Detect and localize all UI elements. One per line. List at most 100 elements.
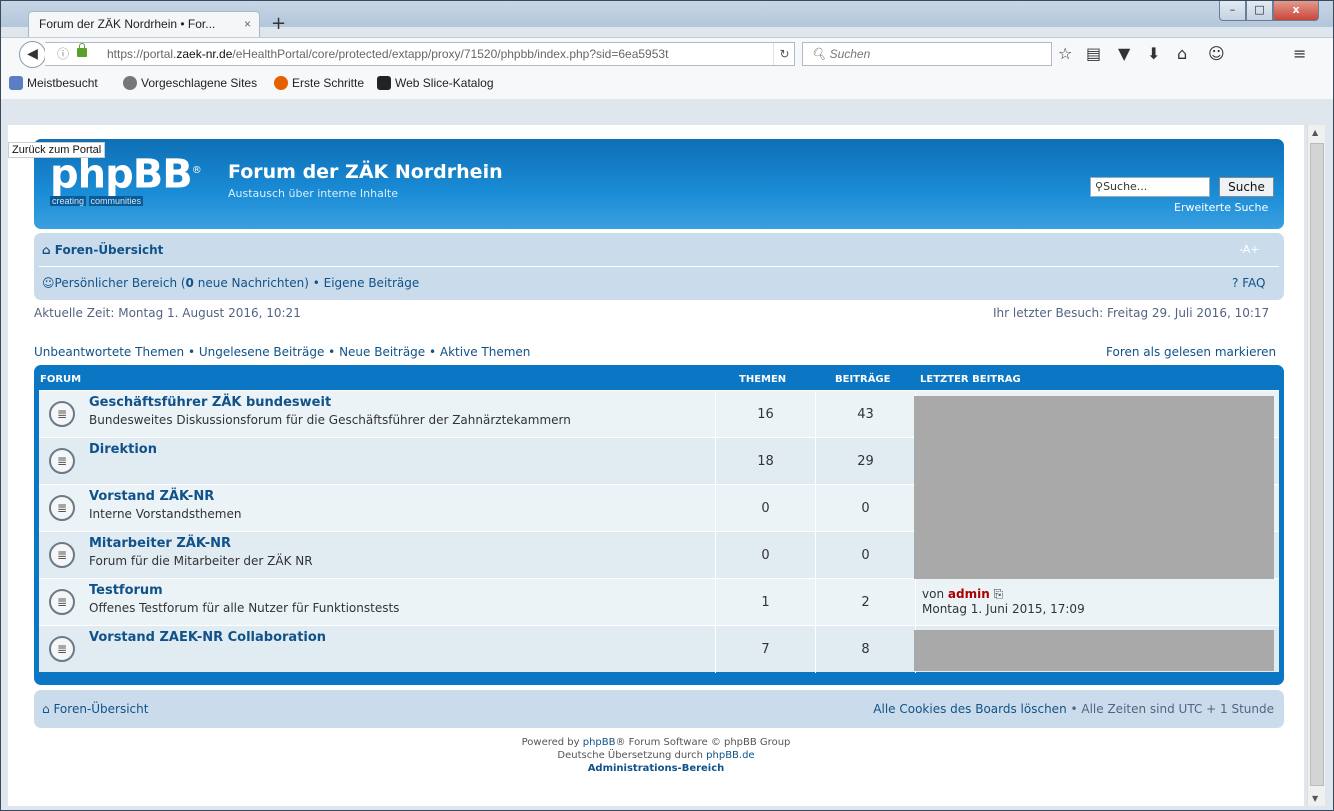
home-icon: ⌂ xyxy=(42,702,50,716)
forum-description: Interne Vorstandsthemen xyxy=(89,507,242,521)
active-topics-link[interactable]: Aktive Themen xyxy=(440,345,531,359)
own-posts-link[interactable]: Eigene Beiträge xyxy=(324,276,420,290)
tab-title: Forum der ZÄK Nordrhein • For... xyxy=(39,17,216,31)
topics-count: 0 xyxy=(715,532,815,579)
back-to-portal-link[interactable]: Zurück zum Portal xyxy=(8,142,106,158)
phpbb-logo[interactable]: phpBB® creating communities xyxy=(50,151,210,209)
forum-read-icon: ≣ xyxy=(49,448,75,474)
topics-count: 16 xyxy=(715,391,815,438)
scroll-up-icon[interactable]: ▲ xyxy=(1312,128,1318,137)
browser-tab[interactable]: Forum der ZÄK Nordrhein • For... × xyxy=(28,11,260,37)
unanswered-topics-link[interactable]: Unbeantwortete Themen xyxy=(34,345,184,359)
menu-icon[interactable]: ≡ xyxy=(1293,44,1306,64)
last-post-date: Montag 1. Juni 2015, 17:09 xyxy=(922,602,1085,616)
scroll-thumb[interactable] xyxy=(1310,143,1324,786)
tab-close-icon[interactable]: × xyxy=(244,12,251,36)
bookmark-most-visited[interactable]: Meistbesucht xyxy=(9,68,98,98)
delete-cookies-link[interactable]: Alle Cookies des Boards löschen xyxy=(873,702,1066,716)
forum-header: phpBB® creating communities Forum der ZÄ… xyxy=(34,139,1284,229)
new-posts-link[interactable]: Neue Beiträge xyxy=(339,345,425,359)
download-icon[interactable]: ⬇ xyxy=(1147,44,1160,64)
bookmark-suggested-sites[interactable]: Vorgeschlagene Sites xyxy=(123,68,257,98)
minimize-button[interactable]: – xyxy=(1219,1,1246,21)
faq-link[interactable]: ? FAQ xyxy=(1232,276,1265,290)
divider xyxy=(39,266,1279,267)
bookmarks-library-icon[interactable]: ▤ xyxy=(1086,44,1101,64)
phpbb-link[interactable]: phpBB xyxy=(583,737,616,748)
back-button[interactable]: ◀ xyxy=(19,41,46,68)
forum-title-link[interactable]: Vorstand ZÄK-NR xyxy=(89,489,214,504)
page-content: phpBB® creating communities Forum der ZÄ… xyxy=(8,125,1304,806)
last-post-cell: von admin ⎘ Montag 1. Juni 2015, 17:09 xyxy=(915,579,1279,626)
forum-title-link[interactable]: Direktion xyxy=(89,442,157,457)
home-icon[interactable]: ⌂ xyxy=(1177,44,1187,64)
vertical-scrollbar[interactable]: ▲ ▼ xyxy=(1307,125,1325,806)
browser-search-input[interactable]: 🔍︎ Suchen xyxy=(802,42,1052,66)
copyright: Powered by phpBB® Forum Software © phpBB… xyxy=(521,737,791,774)
col-posts: Beiträge xyxy=(835,374,891,385)
firefox-icon xyxy=(274,76,288,90)
ucp-link[interactable]: Persönlicher Bereich (0 neue Nachrichten… xyxy=(55,276,309,290)
phpbb-de-link[interactable]: phpBB.de xyxy=(706,750,754,761)
scroll-down-icon[interactable]: ▼ xyxy=(1312,794,1318,803)
bookmark-web-slice[interactable]: Web Slice-Katalog xyxy=(377,68,494,98)
bookmark-star-icon[interactable]: ☆ xyxy=(1058,44,1072,64)
mark-forums-read-link[interactable]: Foren als gelesen markieren xyxy=(1106,345,1276,359)
topics-count: 18 xyxy=(715,438,815,485)
bookmark-first-steps[interactable]: Erste Schritte xyxy=(274,68,364,98)
forum-title-link[interactable]: Mitarbeiter ZÄK-NR xyxy=(89,536,231,551)
maximize-button[interactable]: □ xyxy=(1246,1,1273,21)
forum-read-icon: ≣ xyxy=(49,495,75,521)
navigation-toolbar: ◀ ⓘ https://portal.zaek-nr.de/eHealthPor… xyxy=(1,37,1333,99)
footer-right: Alle Cookies des Boards löschen • Alle Z… xyxy=(873,702,1274,716)
globe-icon xyxy=(123,76,137,90)
current-time: Aktuelle Zeit: Montag 1. August 2016, 10… xyxy=(34,306,301,320)
topics-count: 0 xyxy=(715,485,815,532)
forum-description: Offenes Testforum für alle Nutzer für Fu… xyxy=(89,601,400,615)
posts-count: 29 xyxy=(815,438,915,485)
close-window-button[interactable]: x xyxy=(1273,1,1319,21)
reload-icon[interactable]: ↻ xyxy=(773,43,795,65)
forum-list: Forum Themen Beiträge Letzter Beitrag ≣ … xyxy=(34,365,1284,685)
advanced-search-link[interactable]: Erweiterte Suche xyxy=(1174,201,1268,214)
user-control-panel: ☺Persönlicher Bereich (0 neue Nachrichte… xyxy=(42,276,420,290)
forum-description: Bundesweites Diskussionsforum für die Ge… xyxy=(89,413,571,427)
footer-home-link[interactable]: ⌂ Foren-Übersicht xyxy=(42,702,148,716)
web-slice-icon xyxy=(377,76,391,90)
last-visit: Ihr letzter Besuch: Freitag 29. Juli 201… xyxy=(993,306,1270,320)
breadcrumb-home[interactable]: ⌂ Foren-Übersicht xyxy=(42,243,163,257)
forum-read-icon: ≣ xyxy=(49,636,75,662)
forum-list-header: Forum Themen Beiträge Letzter Beitrag xyxy=(34,371,1284,389)
col-last-post: Letzter Beitrag xyxy=(920,374,1021,385)
forum-read-icon: ≣ xyxy=(49,401,75,427)
info-icon[interactable]: ⓘ xyxy=(57,43,69,65)
col-forum: Forum xyxy=(40,374,82,385)
new-tab-button[interactable]: + xyxy=(271,15,286,33)
forum-row: ≣ Testforum Offenes Testforum für alle N… xyxy=(39,578,1279,626)
nav-box: ⌂ Foren-Übersicht -A+ ☺Persönlicher Bere… xyxy=(34,233,1284,300)
pocket-icon[interactable]: ▼ xyxy=(1118,44,1130,64)
home-icon: ⌂ xyxy=(42,243,51,257)
topics-count: 1 xyxy=(715,579,815,626)
forum-title-link[interactable]: Testforum xyxy=(89,583,163,598)
redacted-area xyxy=(914,396,1274,579)
unread-posts-link[interactable]: Ungelesene Beiträge xyxy=(199,345,324,359)
topics-count: 7 xyxy=(715,626,815,673)
chat-icon[interactable]: ☺ xyxy=(1208,44,1225,64)
view-latest-post-icon[interactable]: ⎘ xyxy=(994,587,1004,601)
forum-read-icon: ≣ xyxy=(49,542,75,568)
url-bar[interactable]: ⓘ https://portal.zaek-nr.de/eHealthPorta… xyxy=(45,42,795,66)
search-button[interactable]: Suche xyxy=(1219,177,1274,197)
font-size-control[interactable]: -A+ xyxy=(1239,243,1259,256)
footer-nav: ⌂ Foren-Übersicht Alle Cookies des Board… xyxy=(34,690,1284,728)
site-subtitle: Austausch über interne Inhalte xyxy=(228,187,398,200)
url-text: https://portal.zaek-nr.de/eHealthPortal/… xyxy=(107,47,669,61)
bookmarks-toolbar: Meistbesucht Vorgeschlagene Sites Erste … xyxy=(1,68,1333,98)
admin-panel-link[interactable]: Administrations-Bereich xyxy=(588,763,725,774)
forum-search-input[interactable]: ⚲Suche... xyxy=(1090,177,1210,197)
last-post-author-link[interactable]: admin xyxy=(948,587,990,601)
lock-icon xyxy=(77,43,87,57)
posts-count: 2 xyxy=(815,579,915,626)
forum-title-link[interactable]: Geschäftsführer ZÄK bundesweit xyxy=(89,395,331,410)
forum-title-link[interactable]: Vorstand ZAEK-NR Collaboration xyxy=(89,630,326,645)
